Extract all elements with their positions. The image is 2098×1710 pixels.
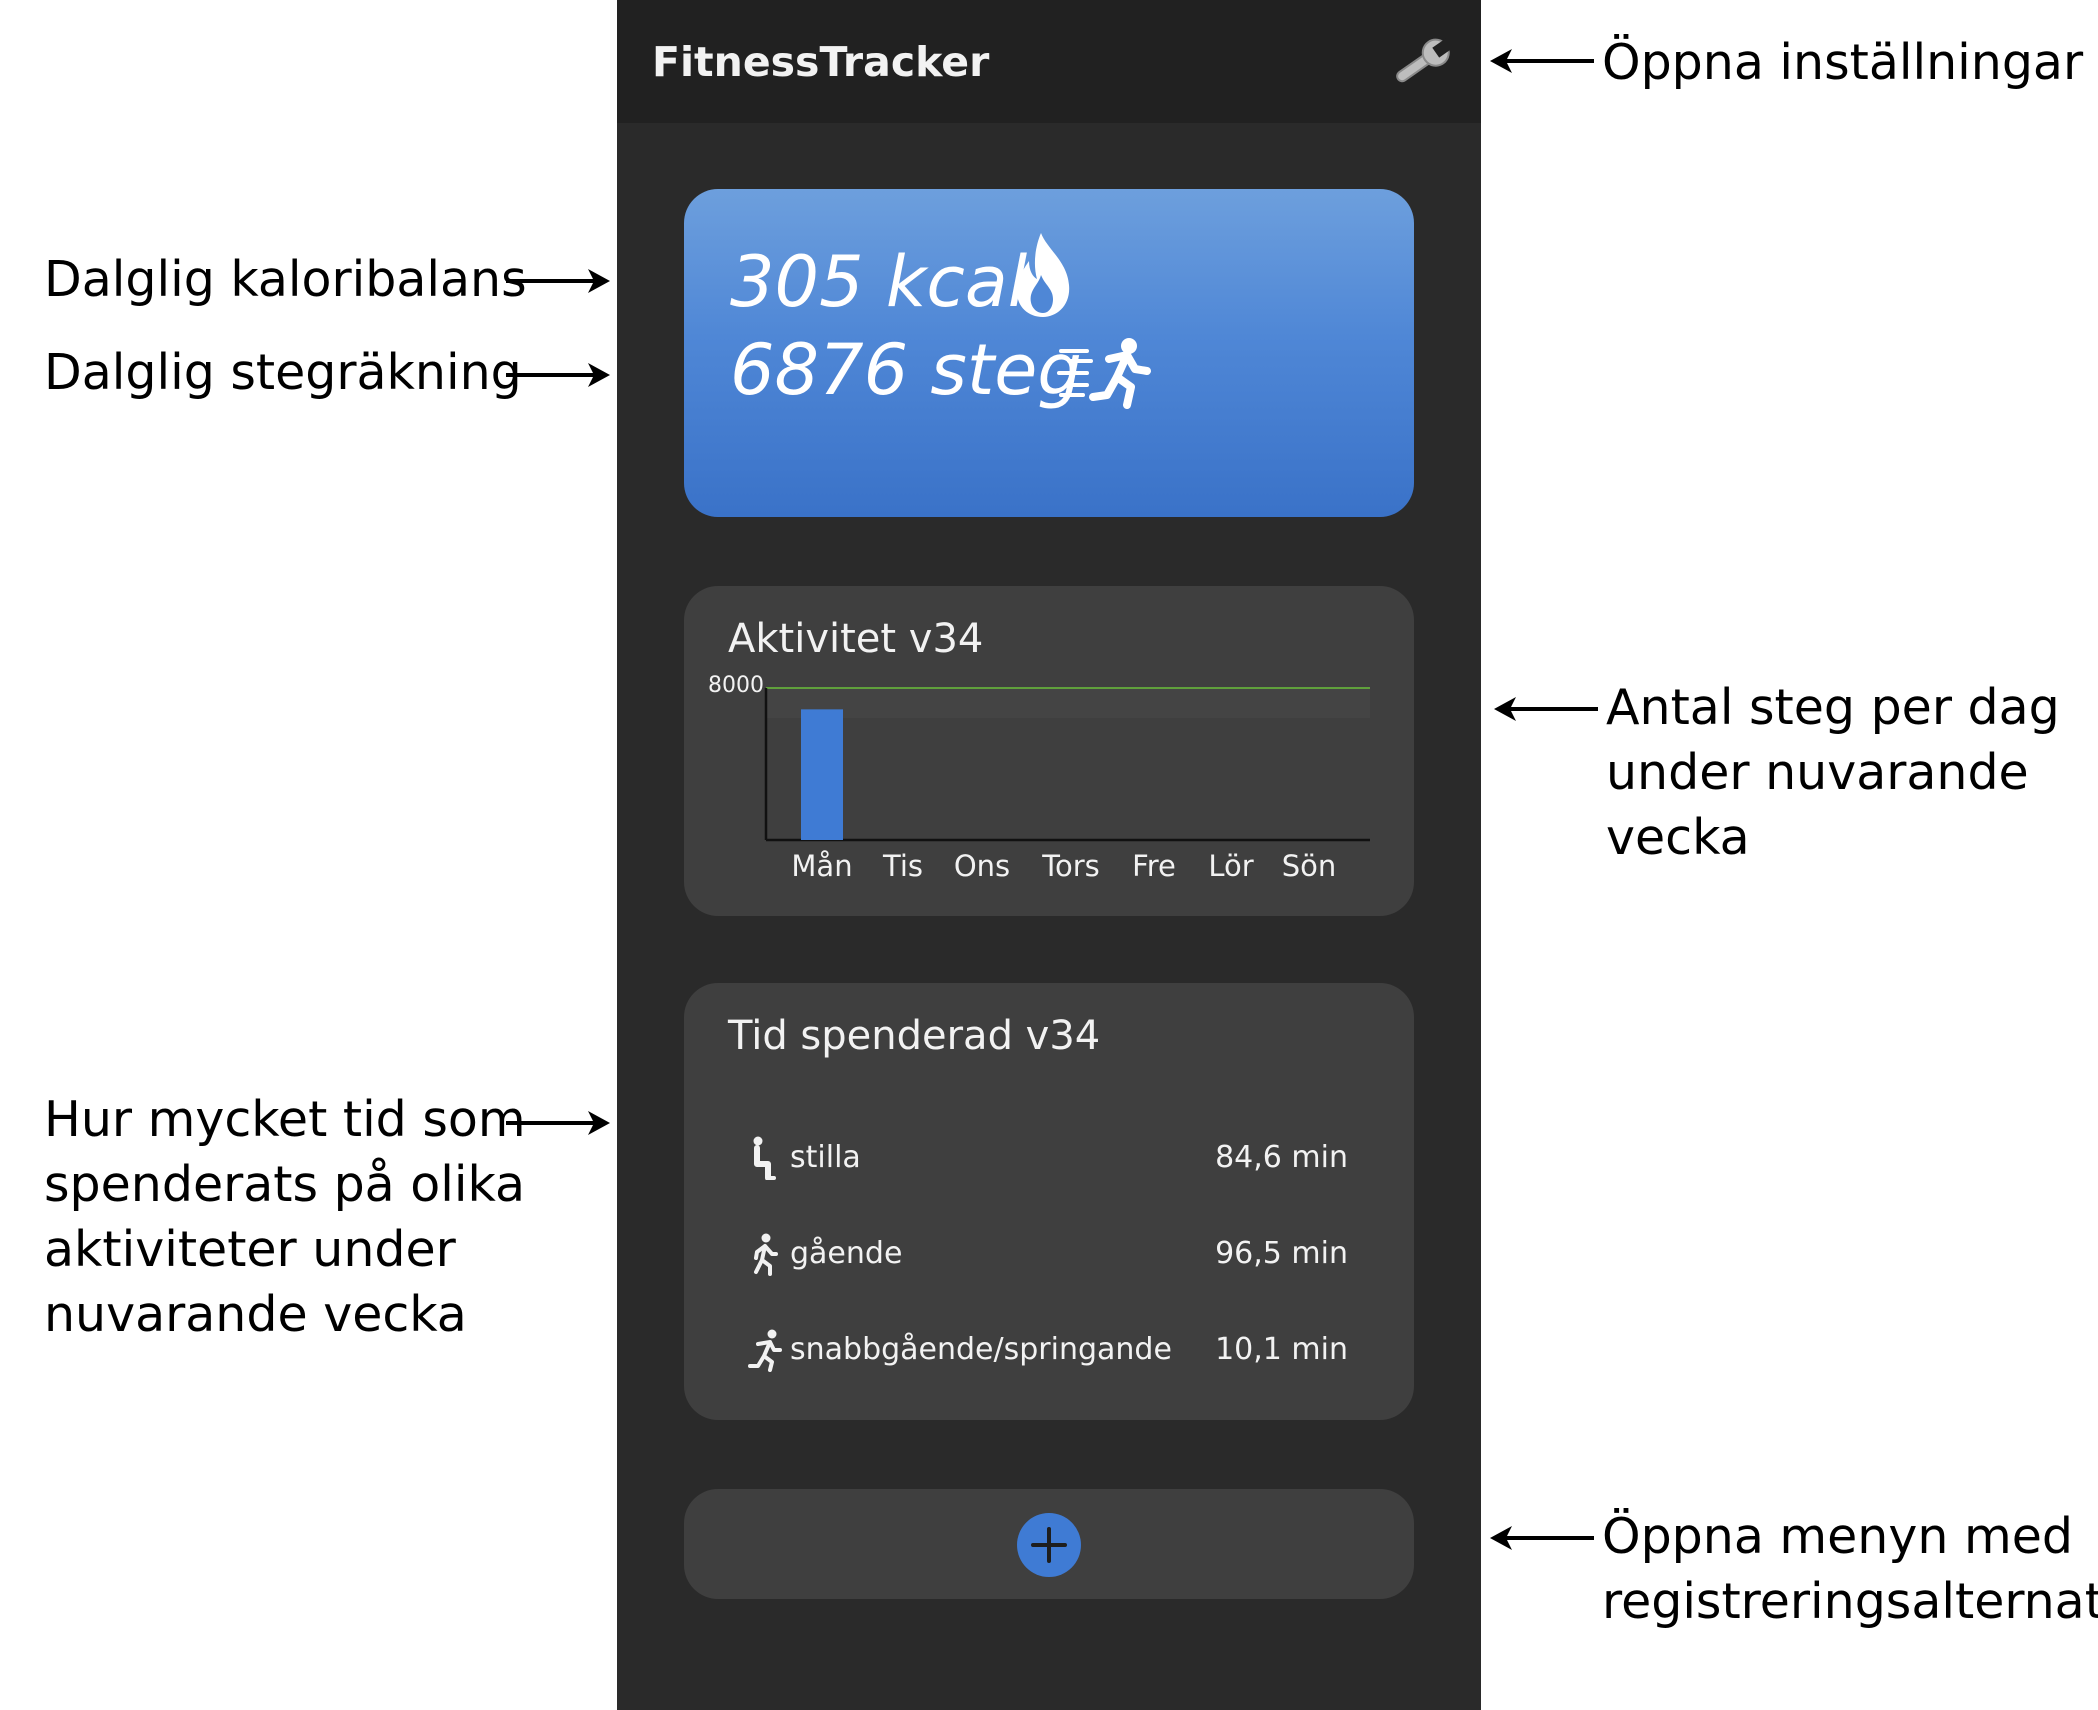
annotation-line: registreringsalternativ [1602, 1573, 2098, 1630]
annotation-chart: Antal steg per dag under nuvarande vecka [1606, 675, 2060, 870]
time-row-value: 96,5 min [1215, 1236, 1348, 1271]
app-bar: FitnessTracker [617, 0, 1481, 123]
time-row-gaende: gående 96,5 min [748, 1226, 1348, 1276]
wrench-icon [1396, 38, 1453, 83]
x-tick-label: Tis [882, 849, 923, 883]
app-screen: FitnessTracker 305 kcal 6876 steg Aktivi… [617, 0, 1481, 1710]
sitting-icon [753, 1136, 776, 1180]
time-row-label: stilla [790, 1140, 861, 1175]
annotation-settings: Öppna inställningar [1602, 34, 2084, 91]
walking-icon [754, 1233, 778, 1276]
time-row-label: snabbgående/springande [790, 1332, 1172, 1367]
arrow-steps [506, 363, 610, 387]
arrow-time [506, 1111, 610, 1135]
time-row-value: 10,1 min [1215, 1332, 1348, 1367]
add-button[interactable] [1017, 1513, 1081, 1577]
daily-summary-card: 305 kcal 6876 steg [684, 189, 1414, 517]
x-tick-label: Lör [1208, 849, 1253, 883]
x-tick-label: Tors [1041, 849, 1100, 883]
annotation-line: aktiviteter under [44, 1221, 456, 1278]
daily-steps: 6876 steg [730, 329, 1082, 411]
chart-bar [801, 709, 843, 840]
time-row-stilla: stilla 84,6 min [748, 1130, 1348, 1180]
annotation-menu: Öppna menyn med registreringsalternativ [1602, 1504, 2098, 1634]
app-title: FitnessTracker [652, 38, 990, 86]
running-icon [1057, 338, 1151, 409]
arrow-chart [1494, 697, 1598, 721]
time-spent-card: Tid spenderad v34 stilla 84,6 min gående… [684, 983, 1414, 1420]
settings-button[interactable] [1387, 33, 1455, 93]
annotation-line: Hur mycket tid som [44, 1091, 526, 1148]
running-icon [748, 1329, 782, 1372]
annotation-steps: Dalglig stegräkning [44, 344, 522, 401]
add-card [684, 1489, 1414, 1599]
x-tick-label: Mån [791, 849, 852, 883]
activity-chart-card: Aktivitet v34 8000 Mån Tis Ons Tors Fre Lör Sön [684, 586, 1414, 916]
annotation-line: Öppna menyn med [1602, 1508, 2073, 1565]
time-row-value: 84,6 min [1215, 1140, 1348, 1175]
time-row-snabbgaende: snabbgående/springande 10,1 min [748, 1322, 1348, 1372]
time-spent-title: Tid spenderad v34 [728, 1013, 1101, 1059]
annotation-line: nuvarande vecka [44, 1286, 467, 1343]
chart-goal-band [766, 688, 1370, 718]
annotation-line: Antal steg per dag [1606, 679, 2060, 736]
annotation-line: under nuvarande [1606, 744, 2029, 801]
arrow-settings [1490, 49, 1594, 73]
time-row-label: gående [790, 1236, 903, 1271]
y-tick-label: 8000 [708, 673, 764, 698]
x-tick-label: Fre [1132, 849, 1176, 883]
x-tick-label: Ons [954, 849, 1010, 883]
annotation-line: spenderats på olika [44, 1156, 526, 1213]
x-tick-label: Sön [1282, 849, 1337, 883]
arrow-menu [1490, 1526, 1594, 1550]
plus-icon [1031, 1527, 1067, 1563]
annotation-line: vecka [1606, 809, 1750, 866]
daily-calories: 305 kcal [730, 241, 1028, 323]
flame-icon [1016, 233, 1070, 317]
annotation-time: Hur mycket tid som spenderats på olika a… [44, 1087, 526, 1347]
arrow-calories [506, 269, 610, 293]
activity-bar-chart: 8000 Mån Tis Ons Tors Fre Lör Sön [708, 673, 1370, 883]
annotation-calories: Dalglig kaloribalans [44, 251, 527, 308]
